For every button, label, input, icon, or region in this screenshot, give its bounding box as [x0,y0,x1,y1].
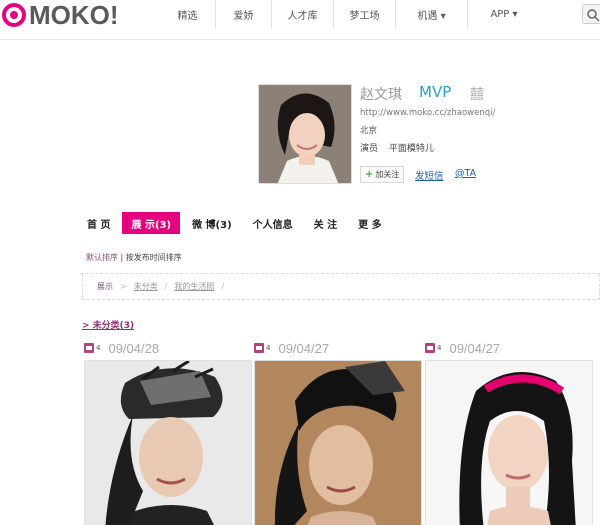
photo-image [426,361,592,525]
photo-count: 4 [266,344,271,352]
breadcrumb: 展示 > 未分类 / 我的生活照 / [82,274,600,300]
search-icon [587,9,600,22]
photo-card[interactable]: 4 09/04/28 [84,338,254,525]
album-icon [254,343,264,353]
card-date: 09/04/27 [449,340,501,356]
profile-tag: 演员 [360,144,379,154]
send-message-link[interactable]: 发短信 [415,168,444,182]
breadcrumb-trailing-slash: / [221,282,225,291]
avatar-image [259,85,351,183]
nav-item-featured[interactable]: 精选 [160,0,216,28]
card-date: 09/04/27 [278,340,330,356]
card-header: 4 09/04/28 [84,338,254,358]
profile-city: 北京 [360,126,378,136]
folder-title-link[interactable]: > 未分类(3) [82,318,134,331]
main-nav: 精选 爱娇 人才库 梦工场 机遇 ▾ APP ▾ [160,0,540,28]
moko-logo[interactable]: MOKO! [2,2,119,28]
plus-icon: + [365,169,374,180]
profile-tags: 演员 平面模特儿 [360,141,434,154]
photo-thumbnail[interactable] [84,360,252,525]
tab-personal-info[interactable]: 个人信息 [244,212,302,234]
mvp-badge[interactable]: MVP [419,83,451,101]
header-divider [0,39,600,40]
nav-item-aijiao[interactable]: 爱娇 [216,0,272,28]
sort-default-link[interactable]: 默认排序 [86,253,118,262]
photo-count: 4 [96,344,101,352]
tab-weibo[interactable]: 微 博(3) [183,212,241,234]
nav-item-opportunities[interactable]: 机遇 ▾ [396,0,468,28]
sort-by-time-link[interactable]: 按发布时间排序 [126,253,182,262]
photo-card[interactable]: 4 09/04/27 [425,338,595,525]
card-date: 09/04/28 [108,340,160,356]
photo-image [85,361,251,525]
photo-card[interactable]: 4 09/04/27 [254,338,424,525]
breadcrumb-separator: > [120,282,127,291]
sort-options: 默认排序 | 按发布时间排序 [86,252,182,263]
search-button[interactable] [582,4,600,24]
album-icon [425,343,435,353]
nav-item-dream-factory[interactable]: 梦工场 [334,0,396,28]
breadcrumb-showcase[interactable]: 展示 [97,281,113,292]
photo-thumbnail[interactable] [254,360,422,525]
profile-avatar[interactable] [258,84,352,184]
card-header: 4 09/04/27 [425,338,595,358]
profile-tabs: 首 页 展 示(3) 微 博(3) 个人信息 关 注 更 多 [78,212,394,234]
moko-logo-icon [2,3,26,27]
nav-item-app[interactable]: APP ▾ [468,0,540,28]
tab-more[interactable]: 更 多 [349,212,390,234]
photo-thumbnail[interactable] [425,360,593,525]
card-header: 4 09/04/27 [254,338,424,358]
profile-tag: 平面模特儿 [388,144,434,154]
photo-image [255,361,421,525]
breadcrumb-separator: / [164,282,168,291]
breadcrumb-life-photos[interactable]: 我的生活照 [174,281,214,292]
tab-home[interactable]: 首 页 [78,212,119,234]
sort-separator: | [118,253,126,262]
follow-label: 加关注 [375,170,400,179]
top-bar: MOKO! 精选 爱娇 人才库 梦工场 机遇 ▾ APP ▾ [0,0,600,30]
logo-text: MOKO! [29,0,119,30]
tab-following[interactable]: 关 注 [305,212,346,234]
profile-name: 赵文琪 [360,87,402,103]
profile-url[interactable]: http://www.moko.cc/zhaowenqi/ [360,108,495,118]
breadcrumb-uncategorized[interactable]: 未分类 [134,281,158,292]
photo-count: 4 [437,344,442,352]
tab-showcase[interactable]: 展 示(3) [122,212,181,234]
nav-item-talent[interactable]: 人才库 [272,0,334,28]
follow-button[interactable]: + 加关注 [360,166,405,183]
album-icon [84,343,94,353]
vip-icon[interactable]: 囍 [470,84,484,104]
mention-link[interactable]: @TA [455,168,476,179]
